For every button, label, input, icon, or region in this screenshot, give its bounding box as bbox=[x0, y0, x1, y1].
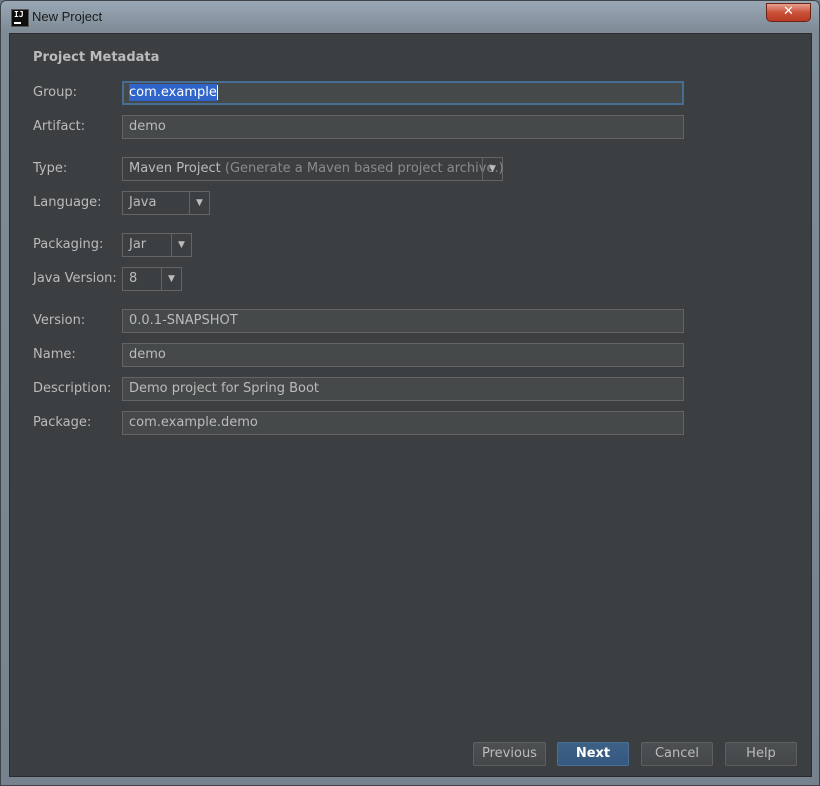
new-project-dialog: IJ New Project ✕ Project Metadata Group:… bbox=[0, 0, 820, 786]
java-version-dropdown[interactable]: 8 ▼ bbox=[122, 267, 182, 291]
type-label: Type: bbox=[33, 161, 68, 176]
name-input[interactable]: demo bbox=[122, 343, 684, 367]
packaging-label: Packaging: bbox=[33, 237, 104, 252]
name-label: Name: bbox=[33, 347, 76, 362]
section-title: Project Metadata bbox=[33, 50, 160, 65]
group-label: Group: bbox=[33, 85, 77, 100]
app-icon-text: IJ bbox=[14, 10, 24, 19]
cancel-button[interactable]: Cancel bbox=[641, 742, 713, 766]
description-label: Description: bbox=[33, 381, 112, 396]
help-button[interactable]: Help bbox=[725, 742, 797, 766]
packaging-dropdown[interactable]: Jar ▼ bbox=[122, 233, 192, 257]
type-hint: (Generate a Maven based project archive.… bbox=[224, 161, 504, 176]
packaging-value: Jar bbox=[129, 237, 147, 252]
package-label: Package: bbox=[33, 415, 92, 430]
group-input-value: com.example bbox=[129, 84, 217, 101]
java-version-label: Java Version: bbox=[33, 271, 117, 286]
language-label: Language: bbox=[33, 195, 102, 210]
version-label: Version: bbox=[33, 313, 86, 328]
chevron-down-icon[interactable]: ▼ bbox=[189, 192, 209, 214]
text-caret bbox=[216, 85, 218, 100]
artifact-label: Artifact: bbox=[33, 119, 86, 134]
chevron-down-icon[interactable]: ▼ bbox=[161, 268, 181, 290]
title-bar[interactable]: IJ New Project ✕ bbox=[1, 1, 819, 33]
java-version-value: 8 bbox=[129, 271, 138, 286]
language-value: Java bbox=[129, 195, 157, 210]
close-button[interactable]: ✕ bbox=[766, 3, 811, 22]
description-input[interactable]: Demo project for Spring Boot bbox=[122, 377, 684, 401]
previous-button[interactable]: Previous bbox=[473, 742, 546, 766]
close-icon: ✕ bbox=[783, 4, 794, 19]
chevron-down-icon[interactable]: ▼ bbox=[171, 234, 191, 256]
artifact-input[interactable]: demo bbox=[122, 115, 684, 139]
intellij-app-icon: IJ bbox=[11, 9, 29, 27]
group-input[interactable]: com.example bbox=[122, 81, 684, 105]
window-title: New Project bbox=[32, 9, 103, 24]
next-button[interactable]: Next bbox=[557, 742, 629, 766]
content-panel: Project Metadata Group: com.example Arti… bbox=[9, 33, 812, 777]
version-input[interactable]: 0.0.1-SNAPSHOT bbox=[122, 309, 684, 333]
package-input[interactable]: com.example.demo bbox=[122, 411, 684, 435]
language-dropdown[interactable]: Java ▼ bbox=[122, 191, 210, 215]
type-dropdown[interactable]: Maven Project (Generate a Maven based pr… bbox=[122, 157, 504, 181]
chevron-down-icon[interactable]: ▼ bbox=[482, 158, 502, 180]
type-value: Maven Project bbox=[129, 161, 221, 176]
